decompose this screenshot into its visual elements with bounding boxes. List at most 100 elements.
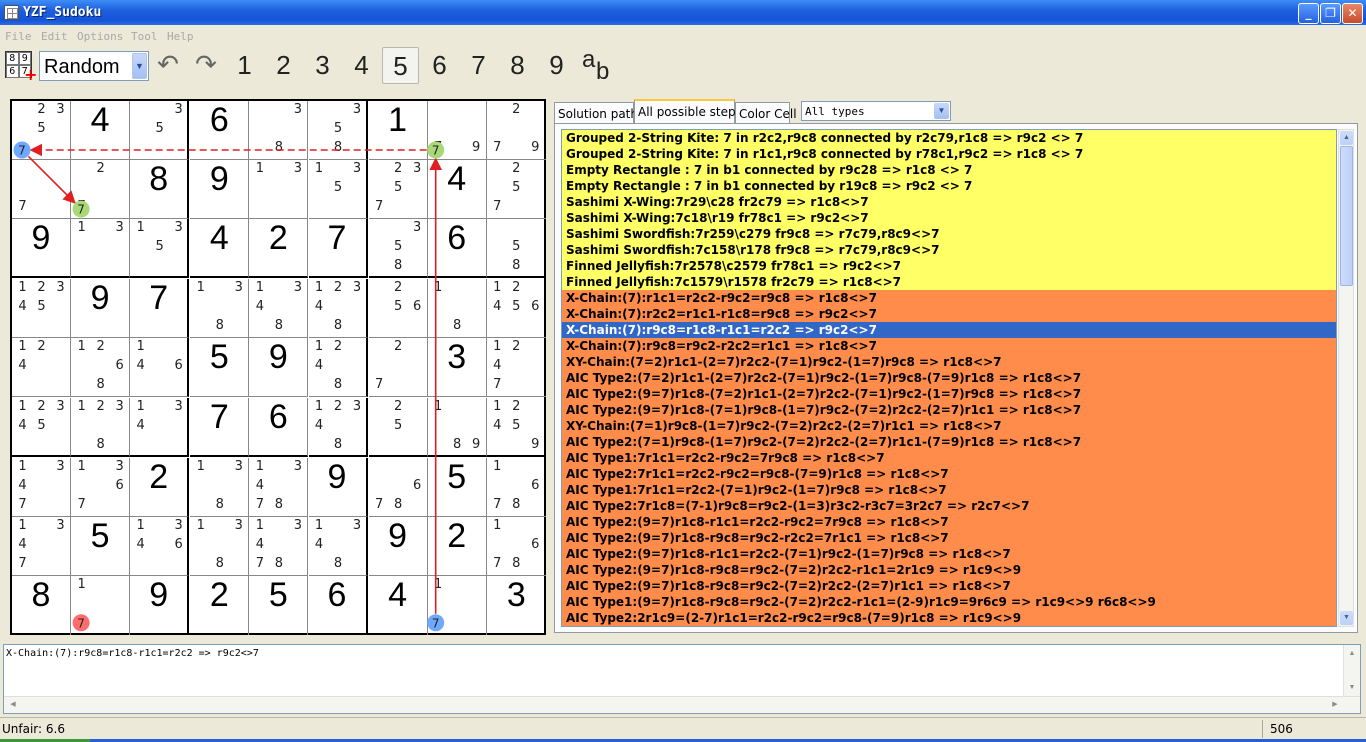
- undo-icon[interactable]: ↶: [155, 52, 181, 79]
- sudoku-cell-r2c4[interactable]: 9: [190, 160, 250, 220]
- sudoku-cell-r9c6[interactable]: 6: [309, 575, 368, 635]
- step-row[interactable]: AIC Type2:7r1c8=(7-1)r9c8=r9c2-(1=3)r3c2…: [562, 498, 1336, 514]
- step-row[interactable]: AIC Type2:(7=1)r9c8-(1=7)r9c2-(7=2)r2c2-…: [562, 434, 1336, 450]
- scroll-thumb[interactable]: [1340, 146, 1353, 286]
- sudoku-cell-r1c3[interactable]: 35: [130, 101, 190, 160]
- sudoku-cell-r9c3[interactable]: 9: [130, 575, 190, 635]
- step-row[interactable]: AIC Type2:(9=7)r1c8-r1c1=r2c2-r9c2=7r9c8…: [562, 514, 1336, 530]
- step-row[interactable]: X-Chain:(7):r2c2=r1c1-r1c8=r9c8 => r9c2<…: [562, 306, 1336, 322]
- step-row[interactable]: AIC Type1:(9=7)r1c8-r9c8=r9c2-(7=2)r2c2-…: [562, 594, 1336, 610]
- menu-help[interactable]: Help: [167, 30, 194, 43]
- step-row[interactable]: Grouped 2-String Kite: 7 in r1c1,r9c8 co…: [562, 146, 1336, 162]
- step-row[interactable]: Empty Rectangle : 7 in b1 connected by r…: [562, 162, 1336, 178]
- sudoku-cell-r2c7[interactable]: 2357: [368, 160, 428, 220]
- sudoku-cell-r3c4[interactable]: 4: [190, 219, 250, 279]
- sudoku-cell-r4c9[interactable]: 12456: [486, 279, 546, 339]
- sudoku-cell-r7c4[interactable]: 1 3 8: [190, 457, 250, 517]
- step-row[interactable]: Grouped 2-String Kite: 7 in r2c2,r9c8 co…: [562, 130, 1336, 146]
- sudoku-cell-r8c7[interactable]: 9: [368, 516, 428, 576]
- sudoku-cell-r9c2[interactable]: 17: [71, 575, 131, 635]
- step-row[interactable]: AIC Type2:7r1c1=r2c2-r9c2=r9c8-(7=9)r1c8…: [562, 466, 1336, 482]
- sudoku-cell-r1c2[interactable]: 4: [71, 101, 131, 160]
- step-detail-textarea[interactable]: X-Chain:(7):r9c8=r1c8-r1c1=r2c2 => r9c2<…: [3, 644, 1361, 714]
- tab-color-cell[interactable]: Color Cell: [735, 102, 797, 123]
- step-row[interactable]: XY-Chain:(7=2)r1c1-(2=7)r2c2-(7=1)r9c2-(…: [562, 354, 1336, 370]
- sudoku-cell-r6c5[interactable]: 6: [249, 397, 309, 457]
- sudoku-cell-r1c7[interactable]: 1: [368, 101, 428, 160]
- sudoku-cell-r4c4[interactable]: 1 3 8: [190, 279, 250, 339]
- sudoku-cell-r4c1[interactable]: 123 45: [12, 279, 71, 339]
- step-row[interactable]: AIC Type1:7r1c1=r2c2-r9c2=7r9c8 => r1c8<…: [562, 450, 1336, 466]
- sudoku-cell-r7c5[interactable]: 1 3 4 78: [249, 457, 309, 517]
- digit-button-5[interactable]: 5: [382, 47, 419, 84]
- sudoku-cell-r1c5[interactable]: 38: [249, 101, 309, 160]
- sudoku-cell-r8c5[interactable]: 1 3 4 78: [249, 516, 309, 576]
- sudoku-cell-r3c1[interactable]: 9: [12, 219, 71, 279]
- sudoku-cell-r2c9[interactable]: 2 57: [486, 160, 546, 220]
- sudoku-cell-r2c5[interactable]: 13: [249, 160, 309, 220]
- menu-file[interactable]: File: [5, 30, 32, 43]
- digit-button-7[interactable]: 7: [460, 47, 497, 84]
- sudoku-cell-r3c2[interactable]: 13: [71, 219, 131, 279]
- step-row[interactable]: AIC Type2:(9=7)r1c8-r9c8=r9c2-r2c2=7r1c1…: [562, 530, 1336, 546]
- sudoku-cell-r4c5[interactable]: 1 3 48: [249, 279, 309, 339]
- chevron-down-icon[interactable]: ▼: [132, 53, 147, 79]
- scroll-right-icon[interactable]: ▶: [1328, 698, 1342, 712]
- sudoku-cell-r8c6[interactable]: 1 3 48: [308, 516, 368, 576]
- digit-button-8[interactable]: 8: [499, 47, 536, 84]
- step-row[interactable]: AIC Type2:(9=7)r1c8-r9c8=r9c2-(7=2)r2c2-…: [562, 562, 1336, 578]
- sudoku-cell-r8c8[interactable]: 2: [427, 516, 487, 576]
- digit-button-6[interactable]: 6: [421, 47, 458, 84]
- steps-scrollbar[interactable]: ▲ ▼: [1338, 129, 1354, 627]
- sudoku-cell-r1c8[interactable]: 79: [427, 101, 487, 160]
- sudoku-cell-r7c8[interactable]: 5: [427, 457, 487, 517]
- maximize-button[interactable]: ❐: [1320, 3, 1341, 24]
- sudoku-cell-r8c4[interactable]: 1 3 8: [190, 516, 250, 576]
- sudoku-cell-r9c8[interactable]: 17: [428, 575, 487, 635]
- sudoku-cell-r3c6[interactable]: 7: [308, 219, 368, 279]
- sudoku-cell-r8c3[interactable]: 1 3 4 6: [130, 516, 190, 576]
- sudoku-cell-r4c7[interactable]: 2 56: [368, 279, 428, 339]
- digit-button-1[interactable]: 1: [226, 47, 263, 84]
- sudoku-cell-r3c8[interactable]: 6: [427, 219, 487, 279]
- step-row[interactable]: Finned Jellyfish:7r2578\c2579 fr78c1 => …: [562, 258, 1336, 274]
- sudoku-cell-r4c8[interactable]: 18: [427, 279, 487, 339]
- sudoku-cell-r5c2[interactable]: 1268: [71, 338, 131, 398]
- sudoku-cell-r7c2[interactable]: 1 3 6 7: [71, 457, 131, 517]
- sudoku-cell-r8c9[interactable]: 1678: [486, 517, 546, 576]
- step-type-filter[interactable]: All types ▼: [801, 101, 951, 121]
- digit-button-2[interactable]: 2: [265, 47, 302, 84]
- sudoku-cell-r5c5[interactable]: 9: [249, 338, 309, 398]
- sudoku-cell-r2c2[interactable]: 27: [71, 160, 131, 220]
- tab-solution-path[interactable]: Solution path: [554, 102, 638, 123]
- candidate-mode-button[interactable]: a b: [580, 46, 614, 85]
- step-row[interactable]: XY-Chain:(7=1)r9c8-(1=7)r9c2-(7=2)r2c2-(…: [562, 418, 1336, 434]
- step-row[interactable]: AIC Type2:(7=2)r1c1-(2=7)r2c2-(7=1)r9c2-…: [562, 370, 1336, 386]
- sudoku-cell-r5c9[interactable]: 124 7: [486, 338, 546, 398]
- sudoku-cell-r7c9[interactable]: 1678: [486, 458, 546, 517]
- scroll-down-icon[interactable]: ▼: [1340, 611, 1353, 625]
- step-row[interactable]: AIC Type2:(9=7)r1c8-(7=2)r1c1-(2=7)r2c2-…: [562, 386, 1336, 402]
- step-row[interactable]: Finned Jellyfish:7c1579\r1578 fr2c79 => …: [562, 274, 1336, 290]
- sudoku-cell-r9c5[interactable]: 5: [249, 575, 309, 635]
- sudoku-cell-r3c9[interactable]: 58: [486, 219, 546, 279]
- sudoku-cell-r6c8[interactable]: 1 89: [427, 397, 487, 457]
- sudoku-cell-r6c7[interactable]: 25: [368, 397, 428, 457]
- sudoku-cell-r2c8[interactable]: 4: [427, 160, 487, 220]
- step-row[interactable]: AIC Type1:7r1c1=r2c2-(7=1)r9c2-(1=7)r9c8…: [562, 482, 1336, 498]
- sudoku-cell-r5c3[interactable]: 1 4 6: [130, 338, 190, 398]
- sudoku-cell-r7c3[interactable]: 2: [130, 457, 190, 517]
- sudoku-cell-r4c6[interactable]: 123 48: [308, 279, 368, 339]
- step-row[interactable]: Sashimi Swordfish:7c158\r178 fr9c8 => r7…: [562, 242, 1336, 258]
- step-row[interactable]: Empty Rectangle : 7 in b1 connected by r…: [562, 178, 1336, 194]
- step-row[interactable]: AIC Type2:(9=7)r1c8-(7=1)r9c8-(1=7)r9c2-…: [562, 402, 1336, 418]
- close-button[interactable]: ✕: [1342, 3, 1363, 24]
- sudoku-cell-r6c4[interactable]: 7: [190, 397, 250, 457]
- sudoku-cell-r8c1[interactable]: 1 3 4 7: [12, 516, 71, 576]
- sudoku-cell-r2c1[interactable]: 7: [12, 160, 71, 220]
- sudoku-cell-r1c4[interactable]: 6: [190, 101, 250, 160]
- sudoku-cell-r9c7[interactable]: 4: [369, 575, 428, 635]
- sudoku-cell-r1c9[interactable]: 2 7 9: [486, 101, 546, 160]
- step-row[interactable]: X-Chain:(7):r9c8=r1c8-r1c1=r2c2 => r9c2<…: [562, 322, 1336, 338]
- sudoku-cell-r1c1[interactable]: 235: [12, 101, 71, 160]
